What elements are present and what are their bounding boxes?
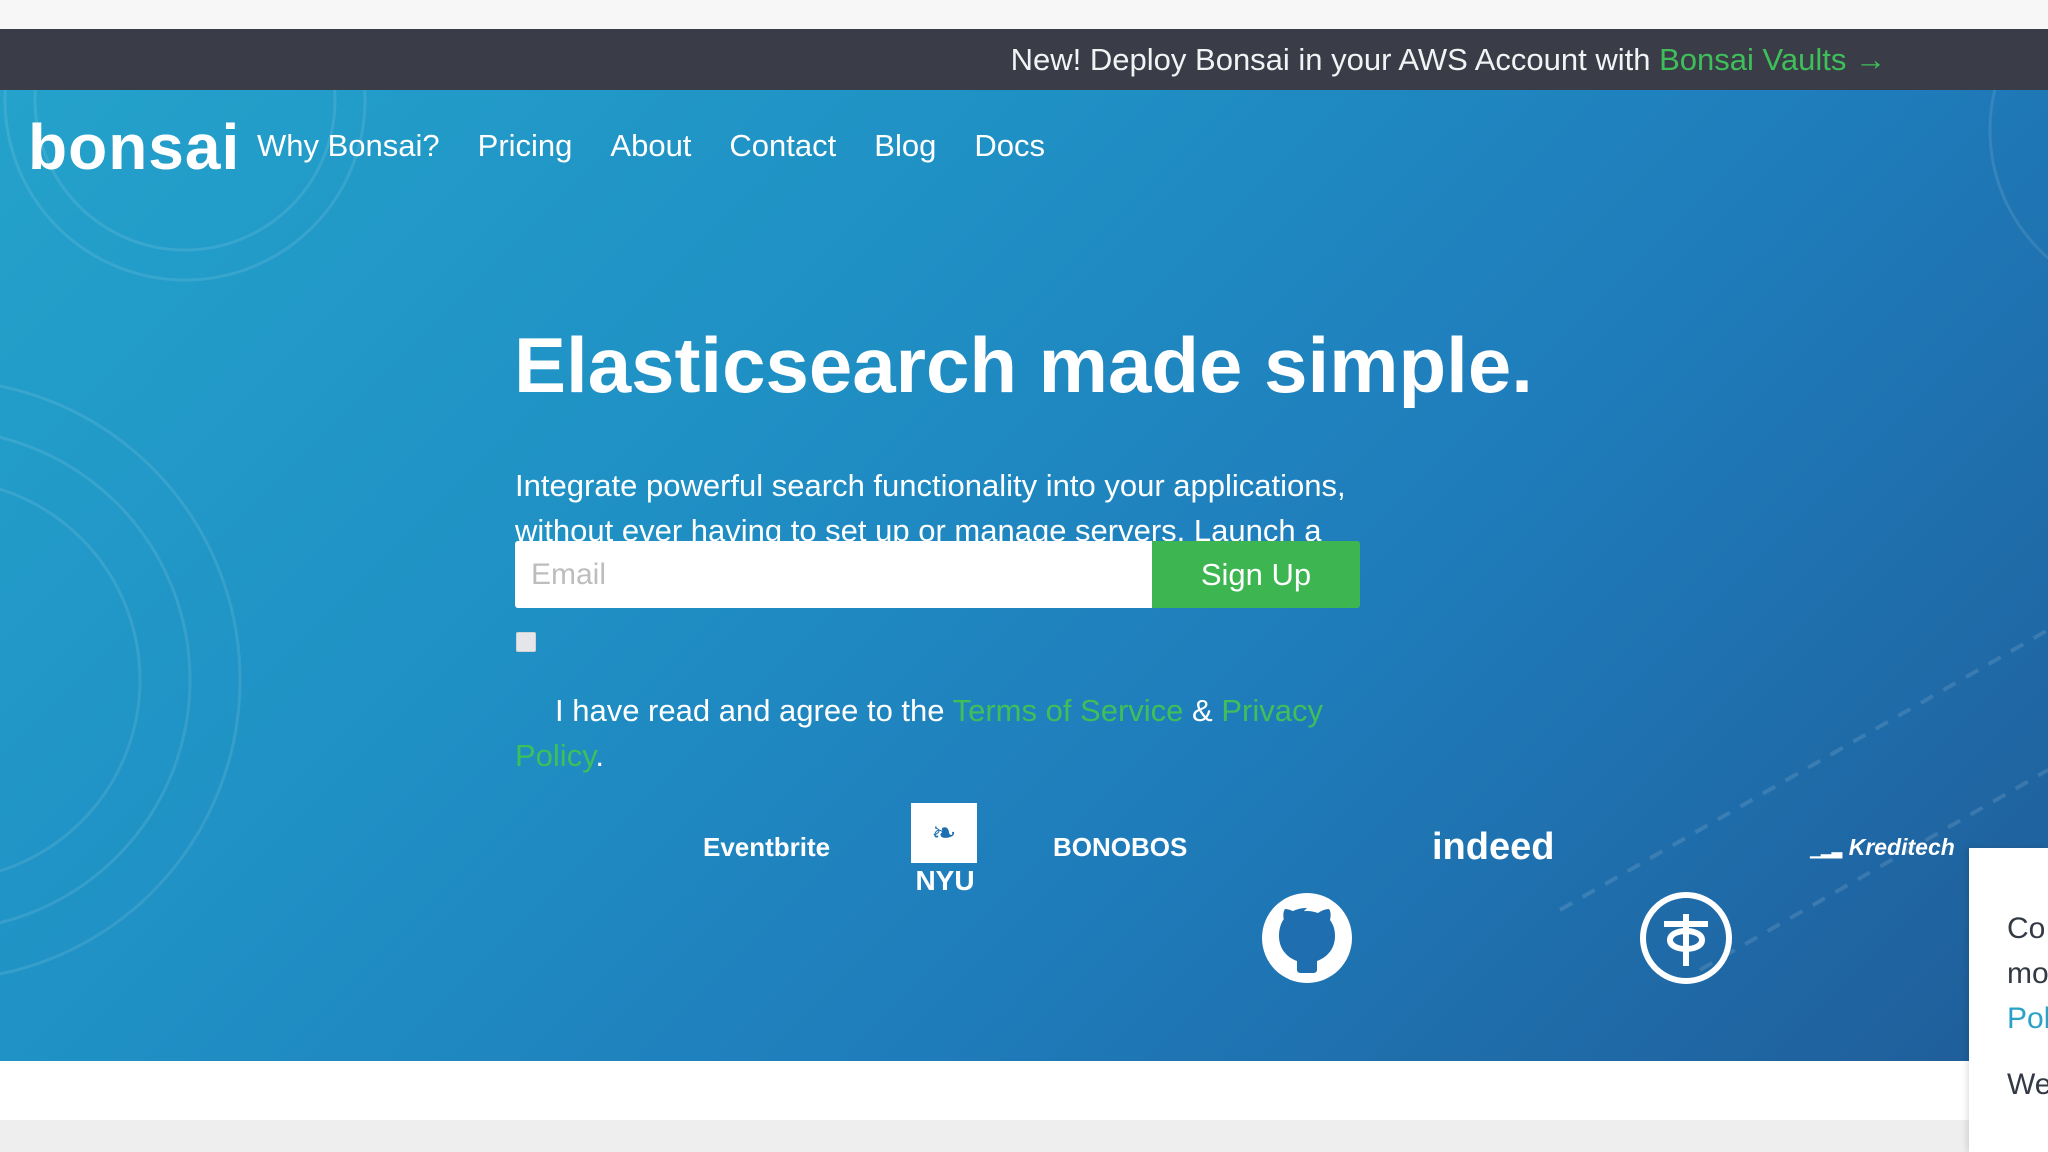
bonobos-logo: BONOBOS — [1053, 832, 1188, 862]
nav-pricing[interactable]: Pricing — [478, 128, 573, 164]
sign-up-button[interactable]: Sign Up — [1152, 541, 1360, 608]
nav-blog[interactable]: Blog — [874, 128, 936, 164]
nav-why-bonsai[interactable]: Why Bonsai? — [257, 128, 440, 164]
nav-contact[interactable]: Contact — [729, 128, 836, 164]
agree-prefix: I have read and agree to the — [555, 693, 945, 728]
nyu-label: NYU — [915, 865, 975, 896]
bonsai-vaults-link[interactable]: Bonsai Vaults → — [1659, 42, 1886, 77]
hero-headline: Elasticsearch made simple. — [514, 321, 1533, 409]
nav-about[interactable]: About — [610, 128, 691, 164]
cookie-text-line: We — [2007, 1068, 2048, 1101]
indeed-logo: indeed — [1432, 826, 1555, 868]
agree-text: I have read and agree to the Terms of Se… — [515, 688, 1375, 778]
signal-bars-icon: ▁▂▃ — [1810, 842, 1843, 858]
cookie-text-line: Co — [2007, 912, 2046, 945]
tc-circle-logo-icon — [1640, 892, 1732, 984]
cookie-policy-link[interactable]: Pol — [2007, 1002, 2048, 1036]
announcement-text: New! Deploy Bonsai in your AWS Account w… — [1010, 42, 1651, 77]
top-strip — [0, 0, 2048, 29]
bottom-strip — [0, 1120, 1969, 1152]
torch-icon: ❧ — [911, 803, 977, 863]
kreditech-label: Kreditech — [1848, 834, 1955, 860]
eventbrite-logo: Eventbrite — [703, 832, 831, 862]
email-input[interactable] — [515, 541, 1152, 608]
announcement-bar: New! Deploy Bonsai in your AWS Account w… — [0, 29, 2048, 90]
agree-checkbox[interactable] — [516, 632, 536, 652]
main-nav: Why Bonsai? Pricing About Contact Blog D… — [257, 128, 1045, 164]
terms-of-service-link[interactable]: Terms of Service — [953, 693, 1184, 728]
kreditech-logo: ▁▂▃ Kreditech — [1810, 834, 1955, 861]
nyu-logo: ❧ NYU — [911, 803, 979, 898]
cookie-consent-panel[interactable]: Co mo Pol We — [1969, 848, 2048, 1152]
ampersand: & — [1192, 693, 1213, 728]
nav-docs[interactable]: Docs — [974, 128, 1045, 164]
content-band — [0, 1061, 1969, 1120]
agree-period: . — [595, 738, 605, 773]
cookie-text-line: mo — [2007, 957, 2048, 990]
github-icon — [1262, 893, 1352, 983]
bonsai-logo[interactable]: bonsai — [28, 110, 240, 184]
